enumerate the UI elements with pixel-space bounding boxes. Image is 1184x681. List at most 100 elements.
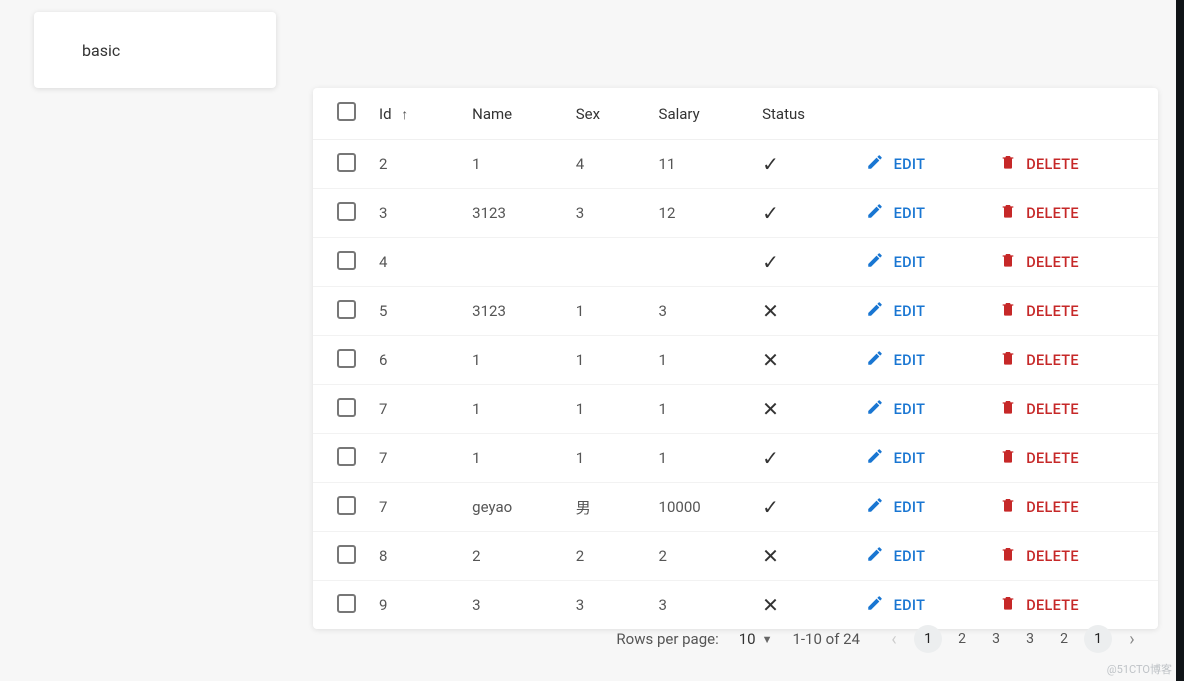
edit-button[interactable]: EDIT	[866, 398, 926, 420]
cell-name: 3	[464, 581, 568, 630]
page-button-3[interactable]: 3	[1016, 625, 1044, 653]
cell-status: ✕	[754, 287, 858, 336]
table-row: 33123312✓EDITDELETE	[313, 189, 1158, 238]
header-salary[interactable]: Salary	[651, 88, 755, 140]
cell-salary: 1	[651, 434, 755, 483]
table-row: 5312313✕EDITDELETE	[313, 287, 1158, 336]
delete-button[interactable]: DELETE	[1000, 545, 1079, 567]
cell-sex: 1	[568, 336, 651, 385]
check-icon: ✓	[762, 201, 779, 225]
basic-card[interactable]: basic	[34, 12, 276, 88]
edit-label: EDIT	[894, 205, 926, 222]
header-status[interactable]: Status	[754, 88, 858, 140]
delete-label: DELETE	[1026, 156, 1079, 173]
cell-name: 2	[464, 532, 568, 581]
next-page-button[interactable]: ›	[1118, 625, 1146, 653]
cell-sex: 1	[568, 434, 651, 483]
table-row: 9333✕EDITDELETE	[313, 581, 1158, 630]
table-row: 6111✕EDITDELETE	[313, 336, 1158, 385]
edit-button[interactable]: EDIT	[866, 153, 926, 175]
edit-label: EDIT	[894, 254, 926, 271]
side-strip	[1176, 0, 1184, 681]
delete-button[interactable]: DELETE	[1000, 202, 1079, 224]
prev-page-button[interactable]: ‹	[880, 625, 908, 653]
delete-label: DELETE	[1026, 254, 1079, 271]
page-button-1[interactable]: 1	[914, 625, 942, 653]
cell-status: ✓	[754, 189, 858, 238]
cell-sex: 3	[568, 189, 651, 238]
page-button-1[interactable]: 1	[1084, 625, 1112, 653]
delete-button[interactable]: DELETE	[1000, 594, 1079, 616]
edit-button[interactable]: EDIT	[866, 202, 926, 224]
cell-id: 8	[371, 532, 464, 581]
pencil-icon	[866, 202, 884, 224]
delete-button[interactable]: DELETE	[1000, 153, 1079, 175]
cell-name: 1	[464, 336, 568, 385]
pencil-icon	[866, 153, 884, 175]
edit-button[interactable]: EDIT	[866, 545, 926, 567]
basic-card-title: basic	[82, 41, 120, 60]
row-checkbox[interactable]	[337, 349, 356, 368]
cell-id: 7	[371, 483, 464, 532]
delete-label: DELETE	[1026, 548, 1079, 565]
caret-down-icon: ▼	[762, 633, 773, 646]
delete-label: DELETE	[1026, 499, 1079, 516]
delete-label: DELETE	[1026, 352, 1079, 369]
edit-label: EDIT	[894, 156, 926, 173]
check-icon: ✓	[762, 250, 779, 274]
cell-salary: 1	[651, 385, 755, 434]
delete-button[interactable]: DELETE	[1000, 251, 1079, 273]
delete-label: DELETE	[1026, 450, 1079, 467]
edit-button[interactable]: EDIT	[866, 251, 926, 273]
row-checkbox[interactable]	[337, 251, 356, 270]
edit-button[interactable]: EDIT	[866, 300, 926, 322]
table-header-row: Id ↑ Name Sex Salary Status	[313, 88, 1158, 140]
cell-name: 1	[464, 434, 568, 483]
edit-button[interactable]: EDIT	[866, 594, 926, 616]
close-icon: ✕	[762, 348, 779, 372]
delete-label: DELETE	[1026, 303, 1079, 320]
row-checkbox[interactable]	[337, 153, 356, 172]
delete-button[interactable]: DELETE	[1000, 447, 1079, 469]
check-icon: ✓	[762, 152, 779, 176]
cell-id: 2	[371, 140, 464, 189]
rows-per-page-select[interactable]: 10 ▼	[739, 630, 773, 648]
row-checkbox[interactable]	[337, 496, 356, 515]
delete-button[interactable]: DELETE	[1000, 349, 1079, 371]
trash-icon	[1000, 398, 1016, 420]
edit-label: EDIT	[894, 499, 926, 516]
trash-icon	[1000, 153, 1016, 175]
header-name[interactable]: Name	[464, 88, 568, 140]
edit-button[interactable]: EDIT	[866, 349, 926, 371]
cell-id: 7	[371, 434, 464, 483]
row-checkbox[interactable]	[337, 447, 356, 466]
edit-button[interactable]: EDIT	[866, 496, 926, 518]
row-checkbox[interactable]	[337, 545, 356, 564]
cell-salary: 12	[651, 189, 755, 238]
page-button-2[interactable]: 2	[1050, 625, 1078, 653]
delete-label: DELETE	[1026, 401, 1079, 418]
cell-status: ✓	[754, 434, 858, 483]
row-checkbox[interactable]	[337, 202, 356, 221]
delete-button[interactable]: DELETE	[1000, 300, 1079, 322]
row-checkbox[interactable]	[337, 398, 356, 417]
header-sex[interactable]: Sex	[568, 88, 651, 140]
delete-button[interactable]: DELETE	[1000, 496, 1079, 518]
trash-icon	[1000, 300, 1016, 322]
edit-label: EDIT	[894, 597, 926, 614]
pencil-icon	[866, 496, 884, 518]
row-checkbox[interactable]	[337, 594, 356, 613]
table-row: 7111✓EDITDELETE	[313, 434, 1158, 483]
page-button-3[interactable]: 3	[982, 625, 1010, 653]
cell-salary: 10000	[651, 483, 755, 532]
header-id[interactable]: Id ↑	[371, 88, 464, 140]
pagination-pages: ‹ 123321 ›	[880, 625, 1146, 653]
delete-button[interactable]: DELETE	[1000, 398, 1079, 420]
edit-button[interactable]: EDIT	[866, 447, 926, 469]
cell-sex: 1	[568, 287, 651, 336]
row-checkbox[interactable]	[337, 300, 356, 319]
cell-salary: 3	[651, 581, 755, 630]
close-icon: ✕	[762, 544, 779, 568]
page-button-2[interactable]: 2	[948, 625, 976, 653]
select-all-checkbox[interactable]	[337, 102, 356, 121]
